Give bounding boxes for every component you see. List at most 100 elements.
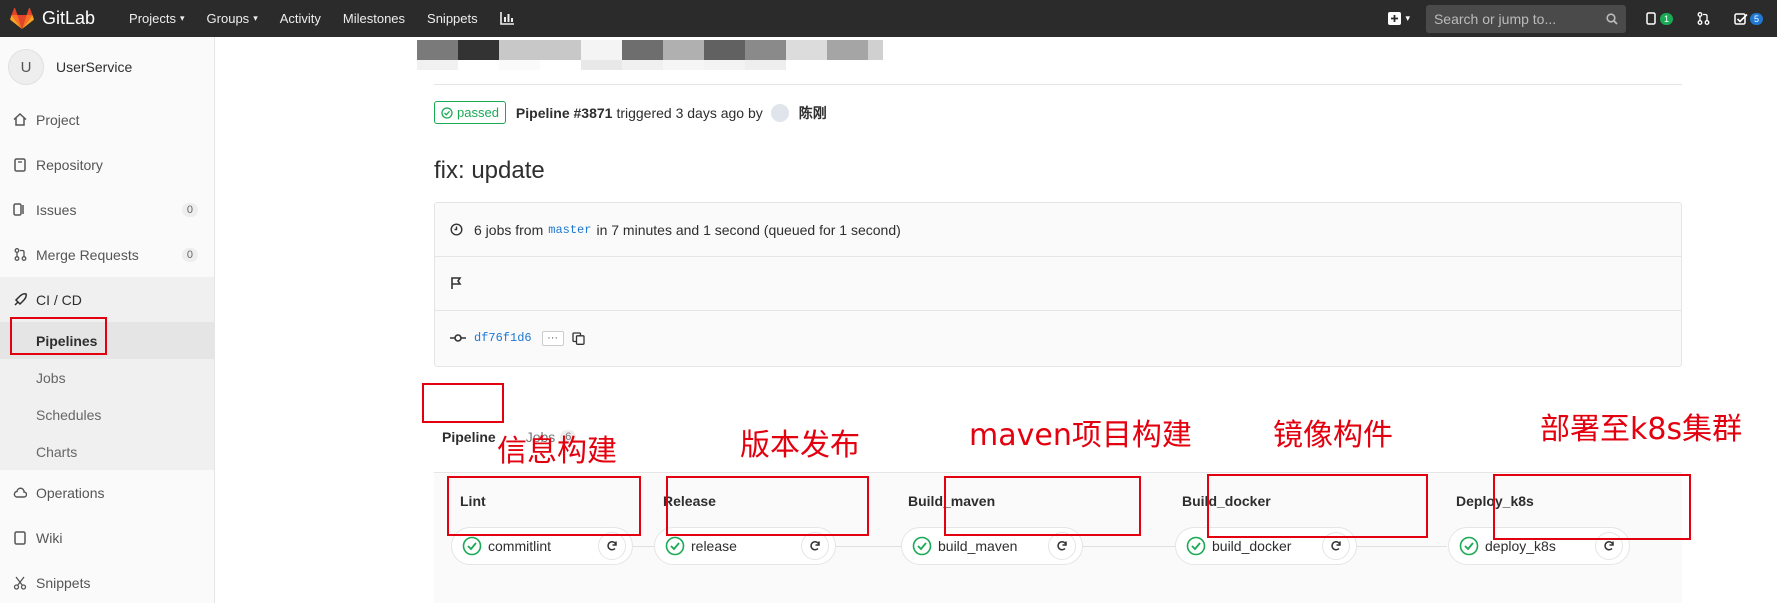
user-name[interactable]: 陈刚 [799,103,827,123]
issues-nav-button[interactable]: 1 [1646,12,1673,25]
sidebar-item-repository[interactable]: Repository [0,142,214,187]
search-placeholder: Search or jump to... [1433,10,1557,27]
sidebar-item-wiki[interactable]: Wiki [0,515,214,560]
tab-pipeline[interactable]: Pipeline [434,423,504,451]
sidebar-item-operations[interactable]: Operations [0,470,214,515]
job-name: build_maven [938,538,1018,554]
commit-row: df76f1d6 ··· [435,311,1681,365]
nav-projects[interactable]: Projects ▾ [129,11,185,26]
job-name: release [691,538,737,554]
sidebar-item-merge-requests[interactable]: Merge Requests 0 [0,232,214,277]
retry-button[interactable] [598,532,626,560]
nav-groups-label: Groups [206,11,250,26]
retry-button[interactable] [801,532,829,560]
success-status-icon [1186,536,1206,556]
rocket-icon [12,292,28,308]
todo-check-icon [1734,12,1748,25]
retry-icon [1604,541,1614,551]
pipeline-info-box: 6 jobs from master in 7 minutes and 1 se… [434,202,1682,367]
flag-row [435,257,1681,311]
stage-connector [836,546,901,547]
nav-milestones-label: Milestones [342,11,406,26]
chevron-down-icon: ▾ [253,13,258,23]
snippet-icon [12,575,28,591]
sidebar-subitem-charts[interactable]: Charts [0,433,214,470]
sidebar-item-cicd[interactable]: CI / CD [0,277,214,322]
retry-icon [607,541,617,551]
search-icon [1606,12,1618,25]
status-badge[interactable]: passed [434,101,506,124]
flag-icon [450,277,466,290]
job-name: deploy_k8s [1485,538,1556,554]
sidebar-item-label: Issues [36,201,77,218]
merge-request-icon [1697,12,1710,25]
issues-icon [12,202,28,218]
job-name: build_docker [1212,538,1292,554]
todos-nav-button[interactable]: 5 [1734,12,1763,25]
branch-link[interactable]: master [548,223,591,237]
retry-icon [1331,541,1341,551]
success-status-icon [1459,536,1479,556]
jobs-summary-row: 6 jobs from master in 7 minutes and 1 se… [435,203,1681,257]
highlight-deploy-k8s [1493,474,1691,540]
project-avatar: U [8,49,44,85]
stage-connector [1083,546,1175,547]
annotation-deploy-k8s: 部署至k8s集群 [1540,412,1743,447]
book-icon [12,157,28,173]
project-header[interactable]: U UserService [0,37,214,97]
nav-milestones[interactable]: Milestones [343,11,405,26]
project-name: UserService [56,59,133,75]
copy-icon [571,331,585,345]
copy-sha-button[interactable] [571,331,585,345]
stage-connector [1357,546,1447,547]
sidebar-subitem-label: Schedules [36,406,102,423]
gitlab-tanuki-icon [10,7,34,29]
divider [434,84,1682,85]
sidebar-item-label: Snippets [36,574,91,591]
highlight-build-maven [944,476,1141,536]
sidebar-item-snippets[interactable]: Snippets [0,560,214,603]
retry-icon [1057,541,1067,551]
issues-count-badge: 0 [181,202,198,217]
annotation-release: 版本发布 [740,428,860,463]
pixelated-banner-image [417,40,883,70]
nav-snippets[interactable]: Snippets [427,11,478,26]
retry-button[interactable] [1048,532,1076,560]
commit-title: fix: update [434,157,545,184]
nav-activity-label: Activity [279,11,321,26]
clock-icon [450,223,466,236]
chart-icon[interactable] [499,12,514,25]
sidebar-item-issues[interactable]: Issues 0 [0,187,214,232]
sidebar-subitem-label: Charts [36,443,78,460]
search-input[interactable]: Search or jump to... [1425,4,1626,33]
plus-square-icon [1388,12,1402,25]
avatar[interactable] [770,103,789,122]
status-text: passed [457,105,499,120]
nav-groups[interactable]: Groups ▾ [207,11,258,26]
retry-icon [810,541,820,551]
job-name: commitlint [488,538,552,554]
commit-sha-link[interactable]: df76f1d6 [474,331,532,345]
sidebar-item-label: Operations [36,484,105,501]
highlight-commitlint [447,476,641,536]
annotation-build-maven: maven项目构建 [969,418,1192,453]
merge-requests-count-badge: 0 [181,247,198,262]
sidebar-subitem-jobs[interactable]: Jobs [0,359,214,396]
home-icon [12,112,28,128]
sidebar-item-label: Wiki [36,529,63,546]
nav-snippets-label: Snippets [427,11,478,26]
book-icon [12,530,28,546]
highlight-pipelines [10,317,107,355]
expand-commit-button[interactable]: ··· [541,330,564,346]
gitlab-logo[interactable]: GitLab [10,7,95,30]
top-navbar: GitLab Projects ▾ Groups ▾ Activity Milest… [0,0,1777,37]
sidebar-subitem-schedules[interactable]: Schedules [0,396,214,433]
nav-activity[interactable]: Activity [280,11,321,26]
sidebar-item-project[interactable]: Project [0,97,214,142]
chevron-down-icon: ▾ [1405,13,1410,23]
triggered-text: triggered 3 days ago by [616,104,763,121]
chevron-down-icon: ▾ [180,13,185,23]
sidebar-subitem-label: Jobs [36,369,66,386]
new-dropdown-button[interactable]: ▾ [1388,12,1410,25]
merge-requests-nav-button[interactable] [1697,12,1710,25]
